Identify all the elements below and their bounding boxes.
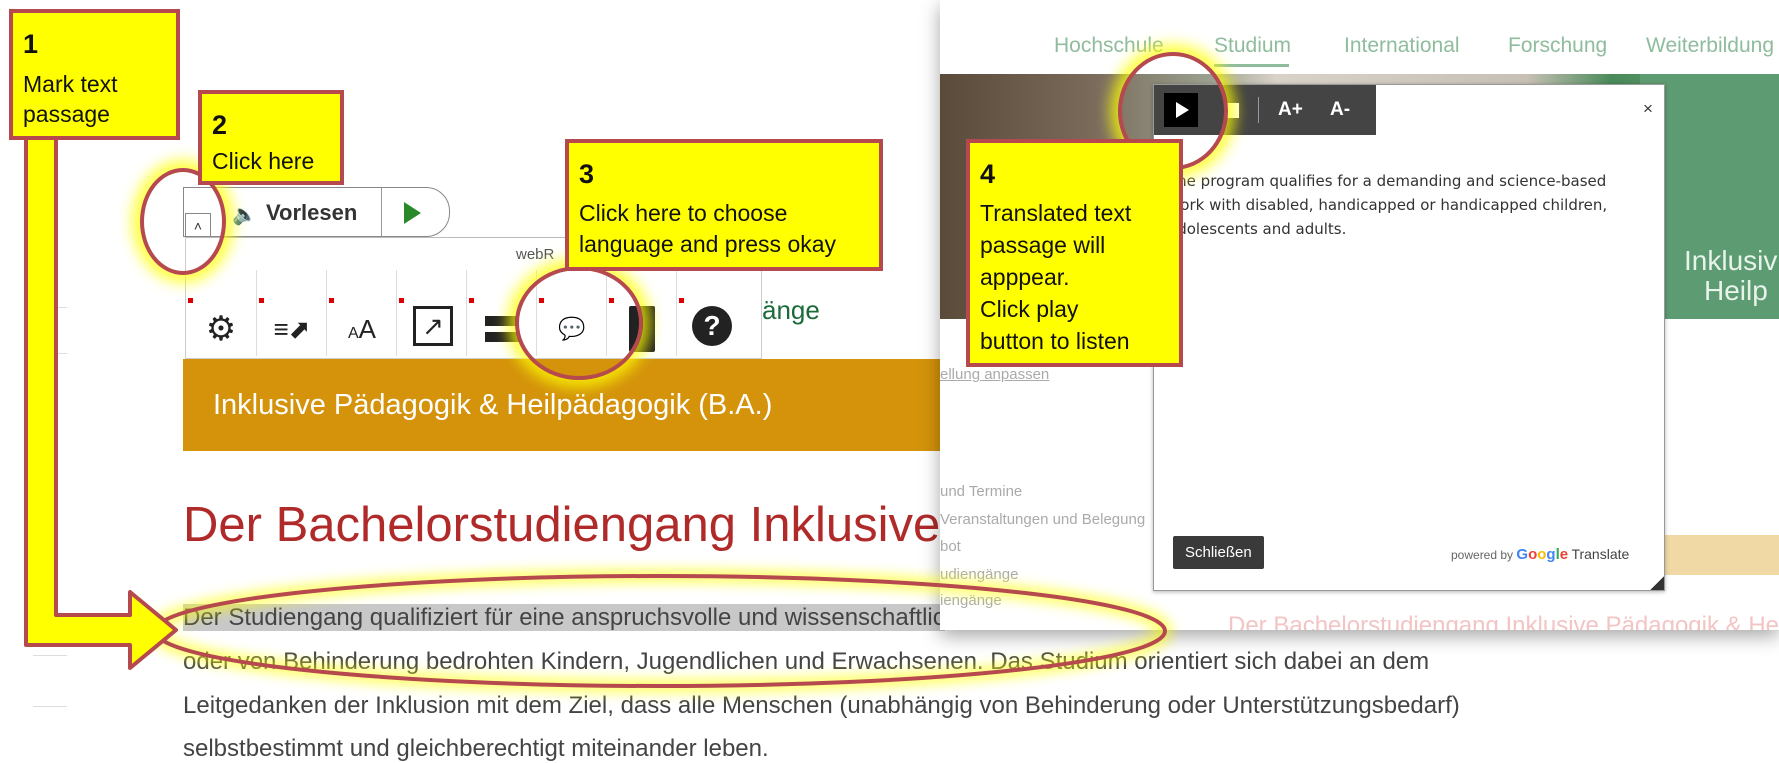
callout-1: 1 Mark text passage <box>9 9 180 140</box>
callout-text: button to listen <box>980 328 1130 354</box>
callout-text: Translated text <box>980 200 1132 226</box>
callout-text: Mark text <box>23 71 118 97</box>
selection-ellipse <box>153 574 1167 688</box>
callout-2: 2 Click here <box>198 90 344 185</box>
callout-text: Click here <box>212 148 315 174</box>
callout-3: 3 Click here to choose language and pres… <box>565 139 883 271</box>
highlight-ring <box>515 266 643 380</box>
callout-text: Click here to choose <box>579 200 788 226</box>
callout-number: 4 <box>980 159 996 189</box>
callout-text: passage will <box>980 232 1106 258</box>
callout-text: Click play <box>980 296 1079 322</box>
callout-text: language and press okay <box>579 231 837 257</box>
callout-4: 4 Translated text passage will apppear. … <box>966 139 1183 367</box>
callout-number: 3 <box>579 159 595 189</box>
callout-text: passage <box>23 101 110 127</box>
callout-number: 1 <box>23 29 39 59</box>
callout-text: apppear. <box>980 264 1070 290</box>
callout-number: 2 <box>212 110 228 140</box>
